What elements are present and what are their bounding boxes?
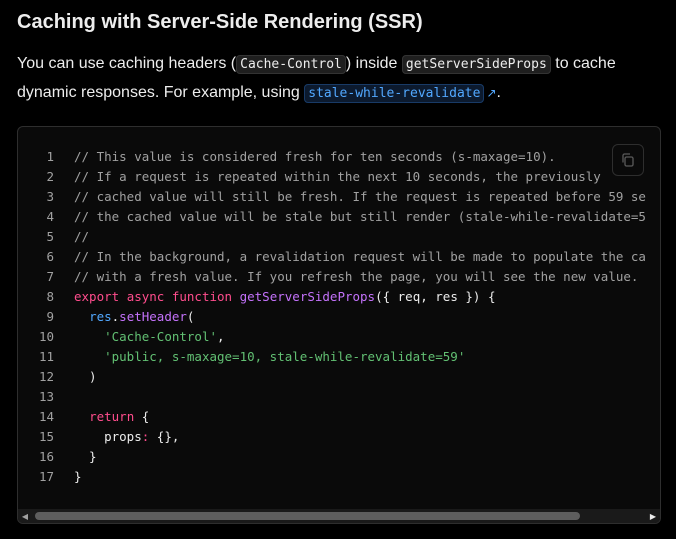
- section-heading: Caching with Server-Side Rendering (SSR): [17, 11, 423, 33]
- line-number: 2: [46, 169, 54, 184]
- code-token-plain: }: [74, 469, 82, 484]
- line-code: }: [74, 467, 82, 487]
- code-line: 8 export async function getServerSideProp…: [18, 287, 660, 307]
- code-line: 3 // cached value will still be fresh. If…: [18, 187, 660, 207]
- copy-code-button[interactable]: [612, 144, 644, 176]
- code-line: 4 // the cached value will be stale but s…: [18, 207, 660, 227]
- code-token-keyword: export: [74, 289, 120, 304]
- code-line: 15 props: {},: [18, 427, 660, 447]
- line-number: 15: [38, 429, 54, 444]
- code-token-plain: props: [74, 429, 142, 444]
- code-token-plain: ({ req, res }) {: [375, 289, 496, 304]
- code-line: 6 // In the background, a revalidation re…: [18, 247, 660, 267]
- line-number: 13: [38, 389, 54, 404]
- line-number: 4: [46, 209, 54, 224]
- line-number: 9: [46, 309, 54, 324]
- code-token-comment: // This value is considered fresh for te…: [74, 149, 556, 164]
- code-token-property: res: [89, 309, 112, 324]
- line-code: res.setHeader(: [74, 307, 194, 327]
- line-number: 7: [46, 269, 54, 284]
- line-code: // This value is considered fresh for te…: [74, 147, 556, 167]
- line-number: 17: [38, 469, 54, 484]
- scrollbar-thumb[interactable]: [35, 512, 580, 520]
- code-token-keyword: return: [89, 409, 135, 424]
- inline-code-getserversideprops: getServerSideProps: [401, 55, 551, 74]
- line-number: 3: [46, 189, 54, 204]
- code-token-plain: ,: [217, 329, 225, 344]
- line-code: // In the background, a revalidation req…: [74, 247, 646, 267]
- code-token-comment: // cached value will still be fresh. If …: [74, 189, 646, 204]
- line-code: 'public, s-maxage=10, stale-while-revali…: [74, 347, 465, 367]
- code-line: 13: [18, 387, 660, 407]
- line-number: 10: [38, 329, 54, 344]
- code-line: 2 // If a request is repeated within the …: [18, 167, 660, 187]
- code-line: 11 'public, s-maxage=10, stale-while-rev…: [18, 347, 660, 367]
- scroll-left-arrow-icon[interactable]: ◀: [18, 509, 32, 523]
- line-number: 14: [38, 409, 54, 424]
- code-token-keyword: function: [171, 289, 233, 304]
- code-token-keyword: async: [126, 289, 165, 304]
- stale-while-revalidate-link[interactable]: stale-while-revalidate: [304, 84, 485, 103]
- code-token-plain: {},: [149, 429, 180, 444]
- code-token-function: getServerSideProps: [239, 289, 376, 304]
- line-number: 1: [46, 149, 54, 164]
- code-line: 1 // This value is considered fresh for t…: [18, 147, 660, 167]
- code-token-function: setHeader: [119, 309, 187, 324]
- code-token-plain: }: [74, 449, 97, 464]
- line-number: 5: [46, 229, 54, 244]
- line-code: return {: [74, 407, 149, 427]
- line-code: //: [74, 227, 89, 247]
- code-token-comment: // In the background, a revalidation req…: [74, 249, 646, 264]
- code-line: 10 'Cache-Control',: [18, 327, 660, 347]
- line-code: // with a fresh value. If you refresh th…: [74, 267, 638, 287]
- line-code: // the cached value will be stale but st…: [74, 207, 646, 227]
- code-token-plain: (: [186, 309, 195, 324]
- code-line: 12 ): [18, 367, 660, 387]
- scroll-right-arrow-icon[interactable]: ▶: [646, 509, 660, 523]
- code-token-string: 'public, s-maxage=10, stale-while-revali…: [104, 349, 466, 364]
- line-number: 6: [46, 249, 54, 264]
- line-code: 'Cache-Control',: [74, 327, 225, 347]
- code-block: 1 // This value is considered fresh for t…: [17, 126, 661, 524]
- paragraph-text: You can use caching headers (: [17, 55, 237, 72]
- code-token-comment: // the cached value will be stale but st…: [74, 209, 646, 224]
- code-token-comment: // If a request is repeated within the n…: [74, 169, 601, 184]
- code-line: 14 return {: [18, 407, 660, 427]
- code-line: 16 }: [18, 447, 660, 467]
- line-code: export async function getServerSideProps…: [74, 287, 496, 307]
- line-number: 11: [38, 349, 54, 364]
- line-number: 16: [38, 449, 54, 464]
- paragraph-text: .: [496, 84, 501, 101]
- line-code: // If a request is repeated within the n…: [74, 167, 601, 187]
- code-line: 17}: [18, 467, 660, 487]
- code-token-string: 'Cache-Control': [104, 329, 217, 344]
- line-code: ): [74, 367, 97, 387]
- external-link-icon: ↗: [486, 86, 497, 100]
- inline-code-cache-control: Cache-Control: [236, 55, 346, 74]
- code-line: 7 // with a fresh value. If you refresh t…: [18, 267, 660, 287]
- line-code: // cached value will still be fresh. If …: [74, 187, 646, 207]
- code-token-comment: //: [74, 229, 90, 244]
- code-token-comment: // with a fresh value. If you refresh th…: [74, 269, 639, 284]
- code-line: 9 res.setHeader(: [18, 307, 660, 327]
- line-number: 12: [38, 369, 54, 384]
- intro-paragraph: You can use caching headers (Cache-Contr…: [17, 50, 667, 108]
- line-number: 8: [46, 289, 54, 304]
- copy-icon: [622, 153, 634, 167]
- code-token-plain: {: [134, 409, 150, 424]
- code-lines: 1 // This value is considered fresh for t…: [18, 147, 660, 507]
- line-code: }: [74, 447, 97, 467]
- code-line: 5 //: [18, 227, 660, 247]
- code-token-plain: ): [74, 369, 97, 384]
- paragraph-text: ) inside: [345, 55, 402, 72]
- line-code: props: {},: [74, 427, 179, 447]
- horizontal-scrollbar[interactable]: ◀ ▶: [18, 509, 660, 523]
